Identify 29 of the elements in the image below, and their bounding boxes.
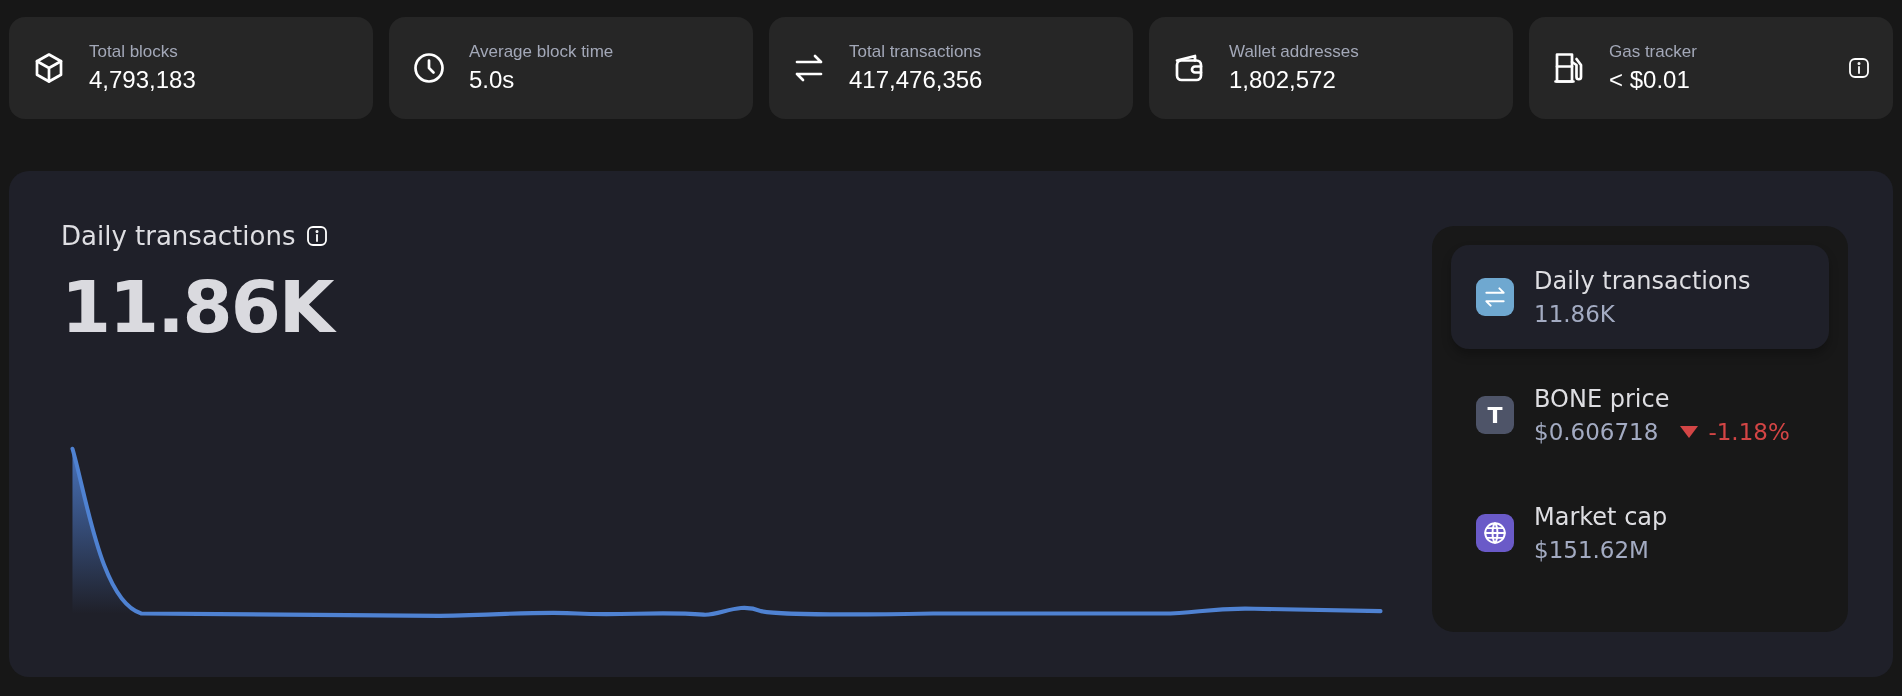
stat-value: 5.0s [469,66,516,94]
token-letter-icon: T [1476,396,1514,434]
metric-item[interactable]: Daily transactions 11.86K [1451,245,1829,349]
metric-item[interactable]: Market cap $151.62M [1451,481,1829,585]
stat-value: 4,793,183 [89,66,197,94]
metric-label: Market cap [1534,503,1669,531]
stat-value: 1,802,572 [1229,66,1337,94]
stat-label: Total blocks [89,42,179,62]
price-change: -1.18% [1708,419,1790,445]
metric-value: 11.86K [1534,301,1615,327]
metric-value: $0.606718 [1534,419,1659,445]
info-icon[interactable] [1847,56,1871,80]
chart-title: Daily transactions [61,221,296,251]
chart-value: 11.86K [61,265,1392,349]
metric-value: $151.62M [1534,537,1649,563]
stat-value: 417,476,356 [849,66,984,94]
stat-label: Wallet addresses [1229,42,1360,62]
metric-item[interactable]: T BONE price $0.606718 -1.18% [1451,363,1829,467]
down-triangle-icon [1680,426,1699,438]
clock-icon [411,50,447,86]
stat-value: < $0.01 [1609,66,1691,94]
arrows-icon [1482,284,1508,310]
stat-label: Gas tracker [1609,42,1698,62]
globe-icon [1482,520,1508,546]
metric-label: BONE price [1534,385,1671,413]
info-icon[interactable] [305,224,330,248]
stat-label: Average block time [469,42,615,62]
metric-label: Daily transactions [1534,267,1752,295]
stat-label: Total transactions [849,42,983,62]
